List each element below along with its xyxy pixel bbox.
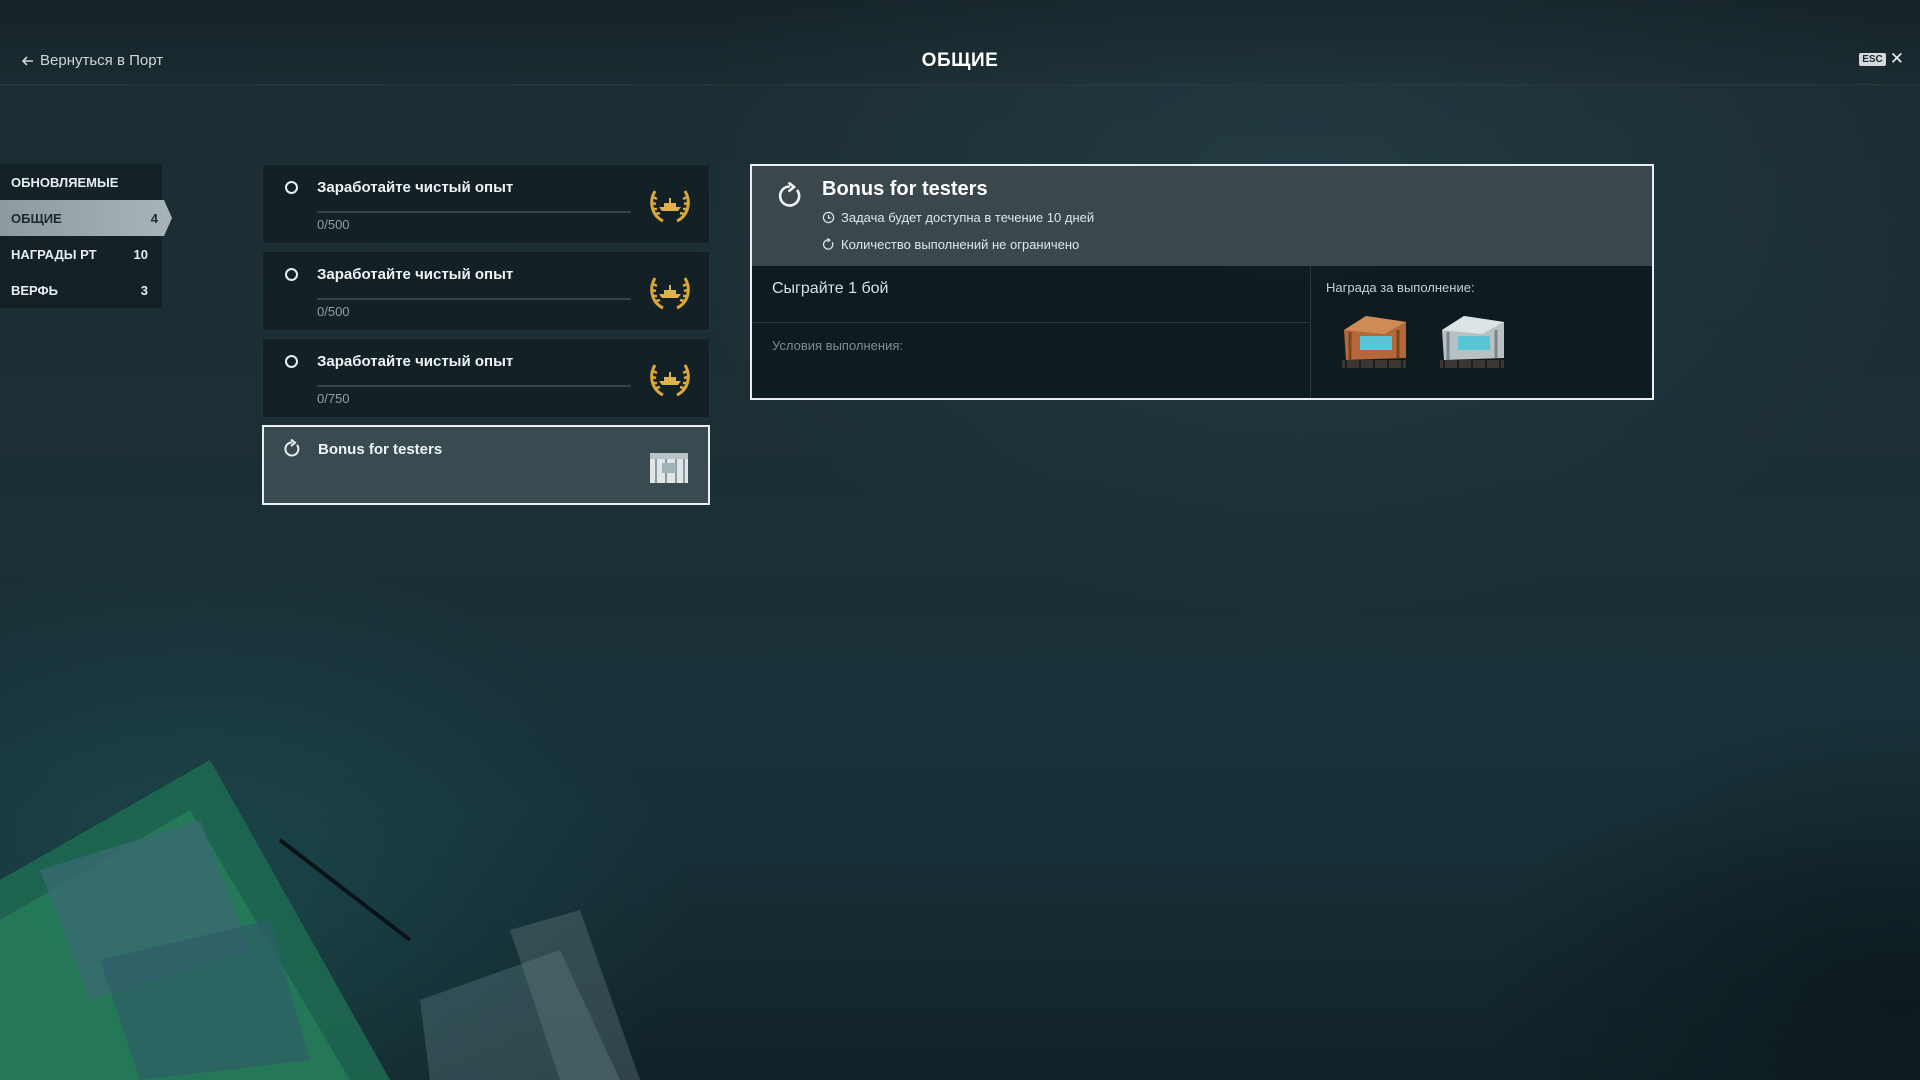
close-icon: ✕ <box>1889 49 1904 68</box>
sidebar-item-pt-rewards[interactable]: НАГРАДЫ РТ 10 <box>0 236 162 272</box>
quest-title: Заработайте чистый опыт <box>317 266 514 283</box>
gold-laurel-ship-icon <box>650 364 690 397</box>
sidebar-item-updatable[interactable]: ОБНОВЛЯЕМЫЕ <box>0 164 162 200</box>
crate-icon <box>650 453 688 483</box>
quest-status-radio <box>285 268 298 281</box>
repeat-text: Количество выполнений не ограничено <box>841 237 1080 252</box>
quest-title: Заработайте чистый опыт <box>317 353 514 370</box>
sidebar-item-label: НАГРАДЫ РТ <box>11 246 97 262</box>
repeat-icon <box>284 439 300 457</box>
quest-list: Заработайте чистый опыт 0/500 Заработайт… <box>262 164 710 512</box>
clock-icon <box>822 211 835 224</box>
quest-title: Bonus for testers <box>318 441 443 458</box>
background-desk-art <box>0 760 640 1080</box>
sidebar-item-label: ОБНОВЛЯЕМЫЕ <box>11 174 119 190</box>
quest-progress-bar <box>317 298 631 300</box>
quest-card[interactable]: Заработайте чистый опыт 0/750 <box>262 338 710 418</box>
sidebar-item-label: ВЕРФЬ <box>11 282 58 298</box>
task-section: Сыграйте 1 бой Условия выполнения: <box>752 266 1311 398</box>
repeat-icon <box>778 182 801 207</box>
quest-title: Заработайте чистый опыт <box>317 179 514 196</box>
top-bar <box>0 0 1920 85</box>
quest-progress-text: 0/500 <box>317 304 350 319</box>
close-button[interactable]: ESC ✕ <box>1859 49 1904 68</box>
divider <box>752 322 1310 323</box>
category-sidebar: ОБНОВЛЯЕМЫЕ ОБЩИЕ 4 НАГРАДЫ РТ 10 ВЕРФЬ … <box>0 164 172 308</box>
sidebar-item-label: ОБЩИЕ <box>11 210 62 226</box>
quest-progress-text: 0/500 <box>317 217 350 232</box>
sidebar-item-general[interactable]: ОБЩИЕ 4 <box>0 200 172 236</box>
reward-label: Награда за выполнение: <box>1326 280 1475 295</box>
reward-crate-silver-icon[interactable] <box>1434 308 1510 372</box>
quest-card[interactable]: Заработайте чистый опыт 0/500 <box>262 251 710 331</box>
esc-key-badge: ESC <box>1859 52 1886 66</box>
sidebar-item-count: 4 <box>150 210 158 226</box>
page-title: ОБЩИЕ <box>921 50 999 71</box>
quest-card[interactable]: Заработайте чистый опыт 0/500 <box>262 164 710 244</box>
gold-laurel-ship-icon <box>650 190 690 223</box>
sidebar-item-count: 3 <box>140 282 148 298</box>
quest-detail-panel: Bonus for testers Задача будет доступна … <box>750 164 1654 400</box>
quest-progress-bar <box>317 211 631 213</box>
conditions-label: Условия выполнения: <box>772 338 903 353</box>
sidebar-item-shipyard[interactable]: ВЕРФЬ 3 <box>0 272 162 308</box>
reward-crate-bronze-icon[interactable] <box>1336 308 1412 372</box>
repeat-line: Количество выполнений не ограничено <box>822 237 1079 252</box>
availability-text: Задача будет доступна в течение 10 дней <box>841 210 1095 225</box>
sidebar-item-count: 10 <box>133 246 148 262</box>
repeat-small-icon <box>822 238 834 250</box>
task-text: Сыграйте 1 бой <box>772 280 889 297</box>
availability-line: Задача будет доступна в течение 10 дней <box>822 210 1094 225</box>
quest-status-radio <box>285 181 298 194</box>
gold-laurel-ship-icon <box>650 277 690 310</box>
quest-progress-text: 0/750 <box>317 391 350 406</box>
detail-title: Bonus for testers <box>822 178 988 200</box>
quest-progress-bar <box>317 385 631 387</box>
quest-status-radio <box>285 355 298 368</box>
quest-card-selected[interactable]: Bonus for testers <box>262 425 710 505</box>
detail-header: Bonus for testers Задача будет доступна … <box>752 166 1652 266</box>
